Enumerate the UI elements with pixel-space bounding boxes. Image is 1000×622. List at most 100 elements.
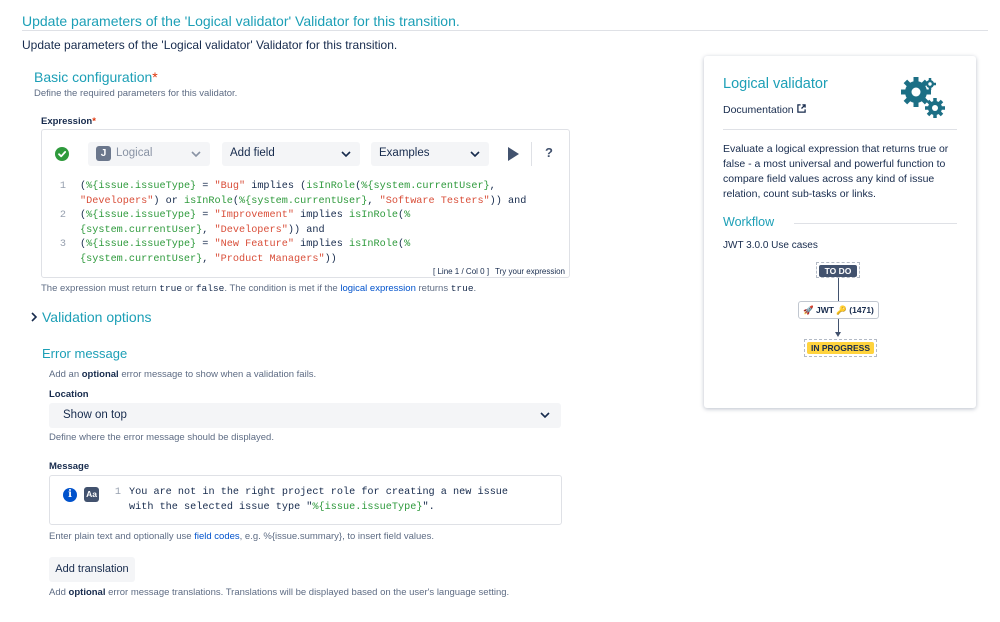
- help-text: . The condition is met if the: [224, 283, 341, 294]
- help-question-icon[interactable]: ?: [542, 145, 556, 160]
- documentation-link[interactable]: Documentation: [723, 104, 806, 116]
- expression-code[interactable]: (%{issue.issueType} = "Bug" implies (isI…: [80, 180, 565, 268]
- help-text: .: [473, 283, 477, 294]
- basic-config-title-text: Basic configuration: [34, 69, 153, 85]
- status-label: TO DO: [819, 265, 857, 277]
- expression-help: The expression must return true or false…: [41, 283, 476, 294]
- message-label: Message: [49, 461, 90, 472]
- line-numbers: 1 2 3: [54, 180, 66, 268]
- help-text: or: [182, 283, 196, 294]
- logical-expression-link[interactable]: logical expression: [340, 283, 416, 294]
- card-title: Logical validator: [723, 76, 828, 92]
- help-bold: optional: [81, 369, 119, 380]
- help-text: Enter plain text and optionally use: [49, 531, 195, 542]
- card-description: Evaluate a logical expression that retur…: [723, 143, 949, 200]
- error-message-title: Error message: [42, 346, 128, 361]
- line-number: [54, 224, 66, 239]
- message-field-code: %{issue.issueType}: [312, 501, 423, 513]
- code-line: {system.currentUser}, "Product Managers"…: [80, 253, 337, 265]
- location-help: Define where the error message should be…: [49, 432, 274, 443]
- message-text[interactable]: You are not in the right project role fo…: [129, 486, 508, 515]
- chevron-right-icon[interactable]: [30, 312, 38, 322]
- parser-mode-value: Logical: [116, 147, 153, 159]
- page-subheading: Update parameters of the 'Logical valida…: [22, 38, 398, 52]
- chevron-down-icon: [191, 151, 201, 158]
- workflow-title: Workflow: [723, 215, 775, 229]
- page-heading: Update parameters of the 'Logical valida…: [22, 13, 460, 29]
- field-codes-link[interactable]: field codes: [194, 531, 239, 542]
- workflow-connector: [838, 278, 839, 302]
- expression-label: Expression*: [41, 116, 96, 127]
- parser-mode-select[interactable]: J Logical: [88, 142, 210, 166]
- text-format-icon[interactable]: Aa: [84, 487, 99, 502]
- message-text-part: with the selected issue type ": [129, 501, 313, 513]
- line-number: 2: [59, 210, 66, 222]
- code-line: (%{issue.issueType} = "Improvement" impl…: [80, 210, 411, 222]
- toolbar-divider: [531, 142, 532, 166]
- help-text: Add: [49, 587, 69, 598]
- message-line-number: 1: [114, 487, 121, 498]
- try-expression-link[interactable]: Try your expression: [495, 267, 565, 276]
- code-line: {system.currentUser}, "Developers")) and: [80, 224, 325, 236]
- help-text: , e.g. %{issue.summary}, to insert field…: [239, 531, 434, 542]
- message-editor[interactable]: i Aa 1 You are not in the right project …: [49, 475, 562, 525]
- run-expression-play-icon[interactable]: [508, 147, 519, 161]
- basic-config-description: Define the required parameters for this …: [34, 88, 238, 99]
- validation-options-toggle[interactable]: Validation options: [42, 309, 151, 325]
- help-text: Add an: [49, 369, 82, 380]
- use-cases-label: JWT 3.0.0 Use cases: [723, 240, 818, 251]
- line-number: 1: [59, 181, 66, 192]
- help-bold: optional: [68, 587, 106, 598]
- line-number: [54, 253, 66, 268]
- examples-select[interactable]: Examples: [371, 142, 489, 166]
- code-line: (%{issue.issueType} = "Bug" implies (isI…: [80, 181, 496, 192]
- code-line: (%{issue.issueType} = "New Feature" impl…: [80, 239, 411, 251]
- status-label: IN PROGRESS: [807, 342, 874, 354]
- arrow-down-icon: [835, 332, 841, 337]
- add-field-select[interactable]: Add field: [222, 142, 360, 166]
- translation-help: Add optional error message translations.…: [49, 587, 509, 598]
- add-field-value: Add field: [230, 147, 275, 159]
- required-mark: *: [152, 69, 158, 85]
- examples-value: Examples: [379, 147, 430, 159]
- help-text: error message to show when a validation …: [118, 369, 317, 380]
- error-message-description: Add an optional error message to show wh…: [49, 369, 316, 380]
- expression-required-mark: *: [92, 116, 96, 127]
- code-true: true: [159, 283, 183, 294]
- location-value: Show on top: [63, 409, 127, 421]
- help-text: error message translations. Translations…: [105, 587, 510, 598]
- code-false: false: [195, 283, 225, 294]
- external-link-icon: [796, 104, 806, 113]
- valid-check-icon: [55, 147, 69, 161]
- expression-label-text: Expression: [41, 116, 93, 127]
- location-select[interactable]: Show on top: [49, 403, 561, 428]
- chevron-down-icon: [470, 151, 480, 158]
- line-number: [54, 195, 66, 210]
- message-text-part: ".: [422, 501, 435, 513]
- message-line: with the selected issue type "%{issue.is…: [129, 501, 508, 516]
- workflow-transition: 🚀 JWT 🔑 (1471): [798, 301, 879, 319]
- chevron-down-icon: [341, 151, 351, 158]
- line-number: 3: [59, 239, 66, 251]
- message-help: Enter plain text and optionally use fiel…: [49, 531, 434, 542]
- jwt-logo-icon: J: [96, 146, 111, 161]
- expression-editor[interactable]: J Logical Add field Examples ? 1 2 3 (%{…: [41, 129, 570, 278]
- workflow-status-in-progress: IN PROGRESS: [804, 339, 877, 357]
- info-icon[interactable]: i: [63, 488, 77, 502]
- code-line: "Developers") or isInRole(%{system.curre…: [80, 195, 527, 207]
- location-label: Location: [49, 389, 89, 400]
- code-true: true: [450, 283, 474, 294]
- help-text: The expression must return: [41, 283, 160, 294]
- documentation-label: Documentation: [723, 104, 794, 116]
- workflow-status-todo: TO DO: [816, 262, 860, 278]
- chevron-down-icon: [540, 412, 550, 419]
- heading-divider: [22, 30, 988, 31]
- validator-info-card: Logical validator Documentation Evaluate: [704, 56, 976, 408]
- gears-icon: [901, 77, 945, 118]
- add-translation-button[interactable]: Add translation: [49, 557, 135, 582]
- help-text: returns: [415, 283, 451, 294]
- message-line: You are not in the right project role fo…: [129, 487, 509, 498]
- cursor-position: [ Line 1 / Col 0 ]: [433, 267, 490, 276]
- workflow-divider: [794, 223, 957, 224]
- editor-status-bar: [ Line 1 / Col 0 ] Try your expression: [433, 267, 565, 276]
